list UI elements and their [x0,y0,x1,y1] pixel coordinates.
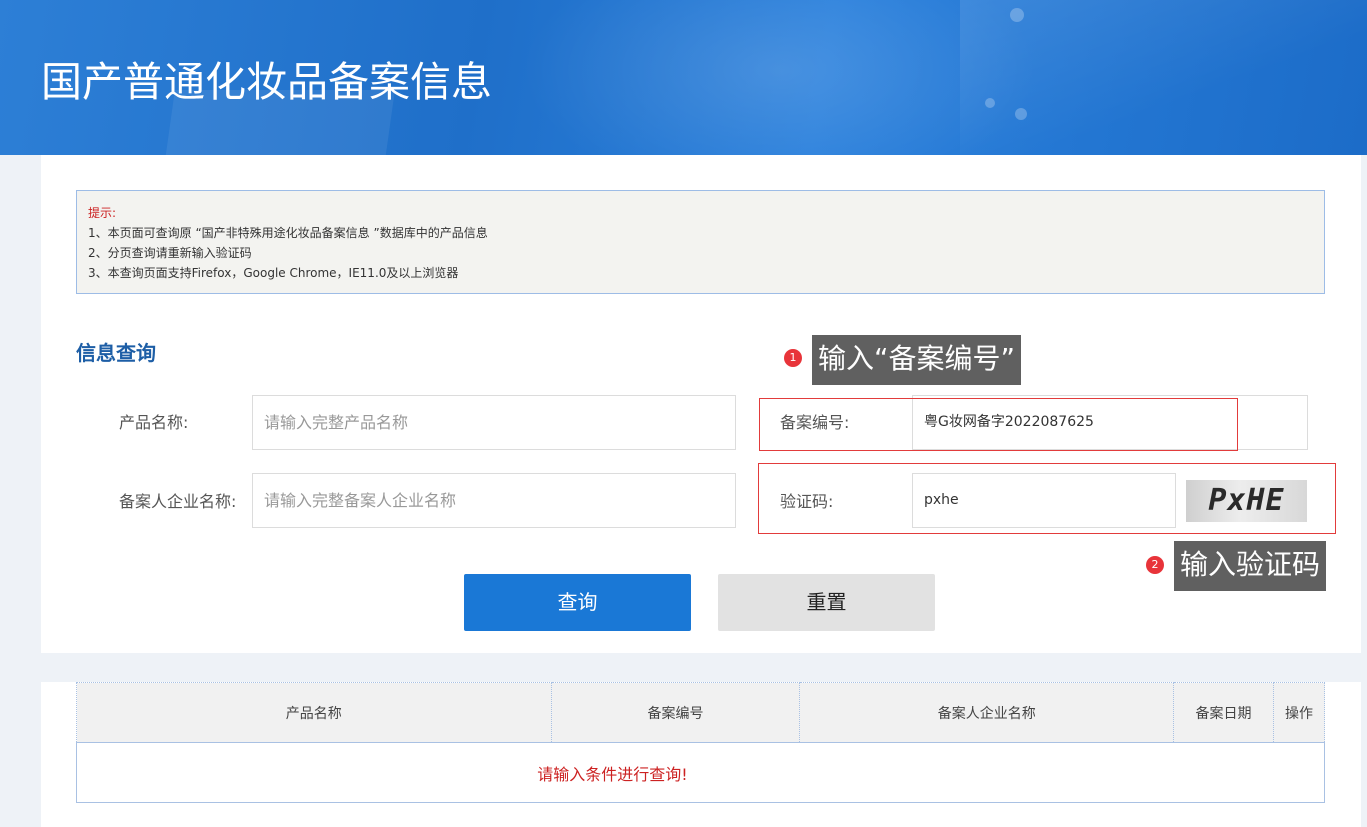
empty-row: 请输入条件进行查询! [76,742,1325,803]
page-title: 国产普通化妆品备案信息 [41,58,492,106]
banner-decoration [960,0,1367,155]
empty-message: 请输入条件进行查询! [537,764,688,784]
banner-dot [1015,108,1027,120]
tip-line: 1、本页面可查询原 “国产非特殊用途化妆品备案信息 ”数据库中的产品信息 [88,226,488,240]
company-label: 备案人企业名称: [119,492,237,511]
product-name-input[interactable]: 请输入完整产品名称 [252,395,736,450]
tips-box: 提示: 1、本页面可查询原 “国产非特殊用途化妆品备案信息 ”数据库中的产品信息… [76,190,1325,294]
header-banner: 国产普通化妆品备案信息 [0,0,1367,155]
column-header: 备案人企业名称 [799,682,1175,743]
annotation-badge: 2 [1146,556,1164,574]
tip-line: 3、本查询页面支持Firefox，Google Chrome，IE11.0及以上… [88,266,459,280]
banner-dot [1010,8,1024,22]
table-row: 请输入条件进行查询! [76,742,1325,803]
company-input[interactable]: 请输入完整备案人企业名称 [252,473,736,528]
section-title: 信息查询 [76,341,156,365]
annotation-callout: 输入“备案编号” [812,335,1022,385]
tips-title: 提示: [88,206,117,220]
results-table: 产品名称 备案编号 备案人企业名称 备案日期 操作 请输入条件进行查询! [76,682,1325,803]
column-header: 产品名称 [76,682,552,743]
column-header: 备案编号 [550,682,801,743]
record-no-highlight [759,398,1238,451]
annotation-callout: 输入验证码 [1174,541,1327,591]
column-header: 操作 [1273,682,1325,743]
annotation-badge: 1 [784,349,802,367]
reset-button[interactable]: 重置 [718,574,935,631]
banner-dot [985,98,995,108]
column-header: 备案日期 [1173,682,1274,743]
query-button[interactable]: 查询 [464,574,691,631]
table-header-row: 产品名称 备案编号 备案人企业名称 备案日期 操作 [76,682,1325,743]
product-name-label: 产品名称: [119,413,189,432]
captcha-highlight [758,463,1336,534]
tip-line: 2、分页查询请重新输入验证码 [88,246,252,260]
